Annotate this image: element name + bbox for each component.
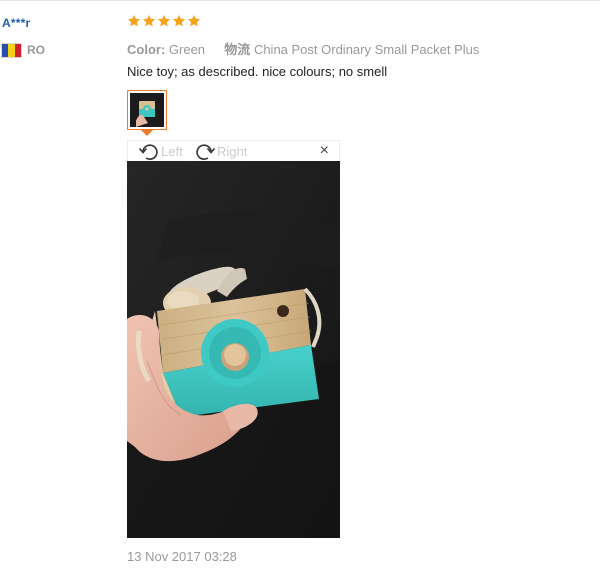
color-label: Color: [127, 42, 166, 57]
country-code: RO [27, 43, 45, 57]
rotate-right-icon [196, 143, 216, 160]
reviewer-country: RO [2, 43, 45, 57]
star-icon [142, 14, 156, 27]
star-rating [127, 14, 201, 28]
star-icon [172, 14, 186, 27]
rotate-left-label: Left [161, 144, 183, 159]
shipping-value: China Post Ordinary Small Packet Plus [253, 42, 480, 57]
photo-viewer-toolbar: Left Right × [127, 140, 340, 161]
star-icon [157, 14, 171, 27]
rotate-right-button[interactable]: Right [194, 141, 247, 162]
top-divider [0, 0, 600, 1]
romania-flag-icon [2, 43, 21, 57]
shipping-label: 物流 [224, 42, 251, 57]
review-date: 13 Nov 2017 03:28 [127, 549, 237, 564]
wooden-camera-photo [127, 161, 340, 538]
rotate-left-button[interactable]: Left [138, 141, 183, 162]
star-icon [187, 14, 201, 27]
rotate-left-icon [138, 143, 158, 160]
review-photo [127, 161, 340, 538]
flag-stripe [14, 43, 21, 57]
star-icon [127, 14, 141, 27]
thumbnail-pointer [141, 130, 153, 136]
rotate-right-label: Right [217, 144, 248, 159]
review-photo-thumbnail[interactable] [127, 90, 167, 130]
review-text: Nice toy; as described. nice colours; no… [127, 64, 388, 79]
color-value: Green [168, 42, 206, 57]
reviewer-name[interactable]: A***r [2, 16, 30, 30]
close-icon[interactable]: × [320, 143, 329, 159]
thumbnail-image [130, 93, 164, 127]
order-info: Color: Green 物流 China Post Ordinary Smal… [127, 39, 479, 58]
